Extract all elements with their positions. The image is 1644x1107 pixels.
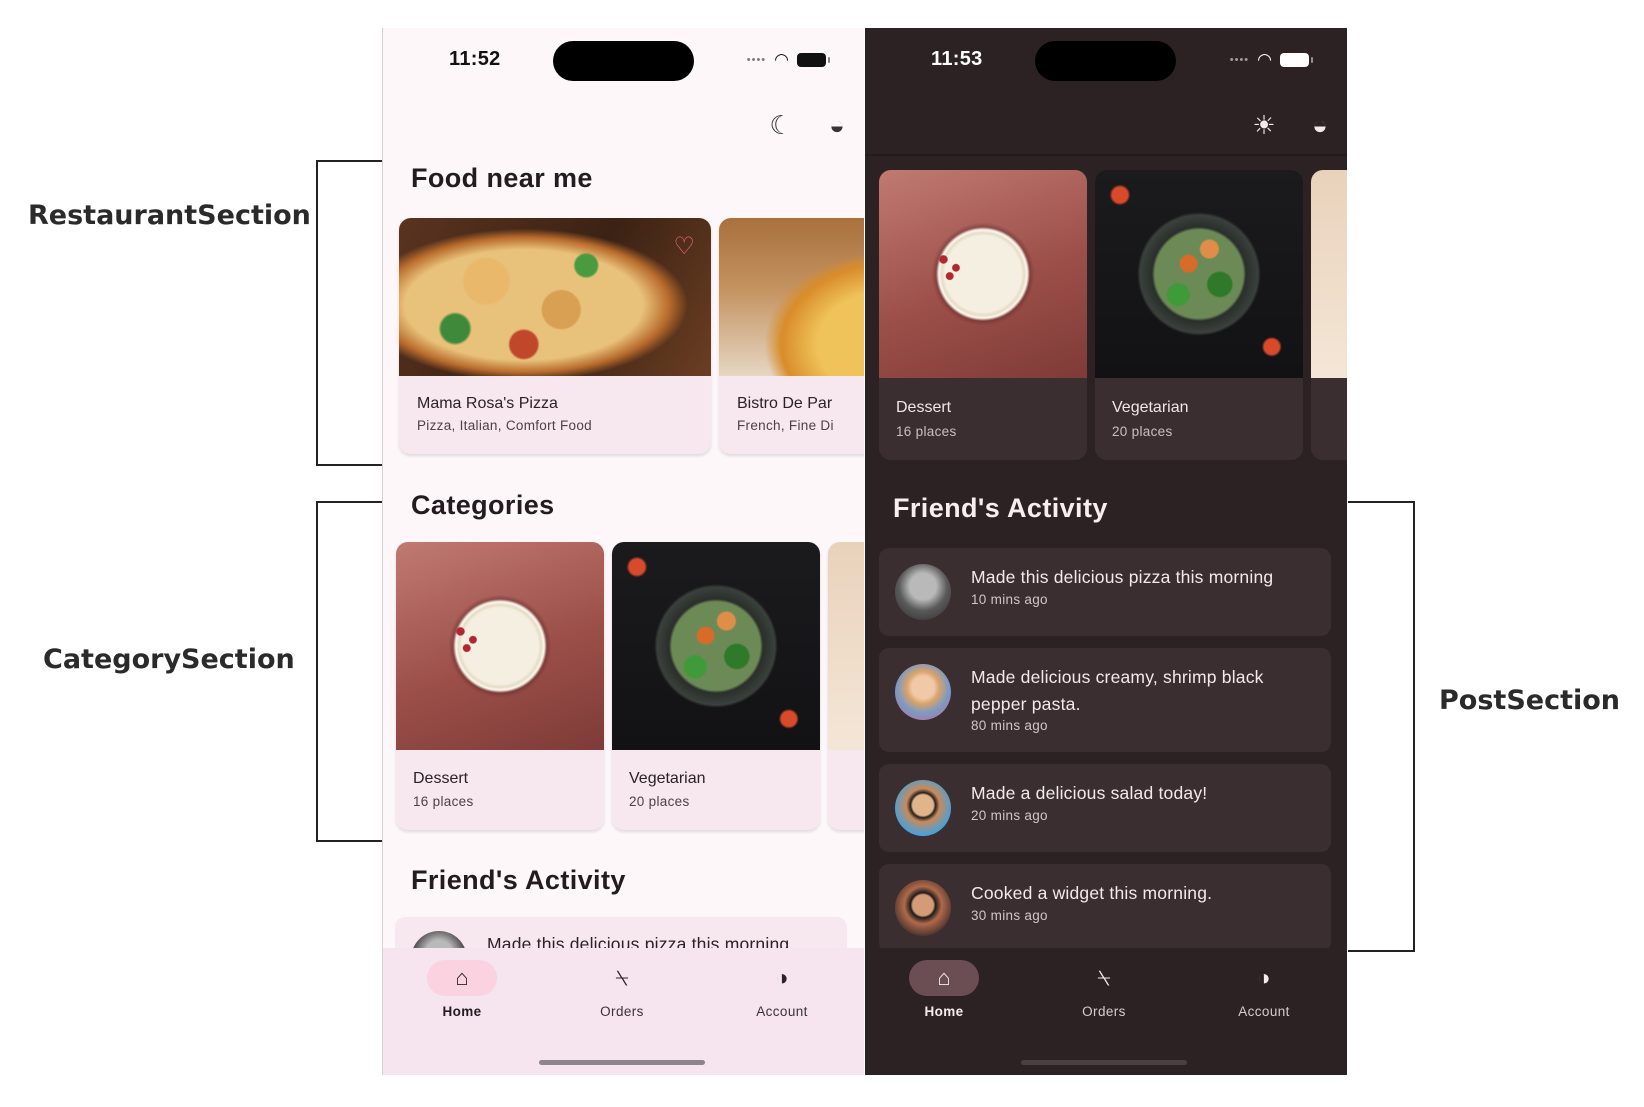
- category-card-partial[interactable]: [828, 542, 864, 830]
- app-bar-divider: [865, 154, 1347, 156]
- post-message: Made a delicious salad today!: [971, 783, 1208, 803]
- category-count: 20 places: [1112, 424, 1173, 439]
- home-icon: ⌂: [427, 960, 497, 996]
- nav-item-home[interactable]: ⌂ Home: [407, 960, 517, 1019]
- nav-label-account: Account: [756, 1004, 808, 1019]
- nav-label-account: Account: [1238, 1004, 1290, 1019]
- contrast-icon: ◑: [1257, 965, 1271, 990]
- category-image: [828, 542, 864, 750]
- category-card[interactable]: Vegetarian 20 places: [612, 542, 820, 830]
- wifi-icon: ◠: [1257, 50, 1272, 69]
- bottom-navigation: ⌂ Home ⍀ Orders ◑ Account: [865, 948, 1347, 1075]
- annotation-post-section: PostSection: [1439, 685, 1621, 716]
- nav-label-home: Home: [442, 1004, 482, 1019]
- contrast-icon: ◑: [775, 965, 789, 990]
- category-card[interactable]: Dessert 16 places: [396, 542, 604, 830]
- color-drop-icon[interactable]: ◒: [824, 110, 850, 141]
- moon-icon[interactable]: ☾: [768, 110, 794, 141]
- food-near-me-title: Food near me: [411, 163, 593, 193]
- restaurant-name: Bistro De Par: [737, 395, 833, 412]
- wifi-icon: ◠: [774, 50, 789, 69]
- restaurant-image: [719, 218, 864, 376]
- nav-item-home[interactable]: ⌂ Home: [889, 960, 999, 1019]
- annotation-category-section: CategorySection: [43, 644, 295, 675]
- category-image: [612, 542, 820, 750]
- home-indicator: [539, 1060, 705, 1065]
- category-image: [1311, 170, 1347, 378]
- category-section-bracket: [316, 501, 382, 842]
- phone-light-mode: 11:52 •••• ◠ ☾ ◒ Food near me ♡ Mama Ros…: [382, 28, 864, 1075]
- nav-item-orders[interactable]: ⍀ Orders: [567, 960, 677, 1019]
- avatar: [895, 780, 951, 836]
- status-icons: •••• ◠: [746, 50, 830, 70]
- category-count: 16 places: [896, 424, 957, 439]
- post-message: Cooked a widget this morning.: [971, 883, 1213, 903]
- category-name: Dessert: [413, 770, 469, 787]
- friends-activity-title: Friend's Activity: [411, 865, 626, 895]
- category-image: [396, 542, 604, 750]
- home-indicator: [1021, 1060, 1187, 1065]
- activity-post[interactable]: Cooked a widget this morning. 30 mins ag…: [879, 864, 1331, 952]
- post-message: Made this delicious pizza this morning: [971, 567, 1274, 587]
- category-count: 20 places: [629, 794, 690, 809]
- restaurant-card[interactable]: ♡ Mama Rosa's Pizza Pizza, Italian, Comf…: [399, 218, 711, 454]
- nav-item-account[interactable]: ◑ Account: [727, 960, 837, 1019]
- favorite-heart-icon[interactable]: ♡: [673, 232, 695, 261]
- category-name: Vegetarian: [1112, 399, 1189, 416]
- nav-item-orders[interactable]: ⍀ Orders: [1049, 960, 1159, 1019]
- battery-icon: [797, 53, 830, 67]
- nav-label-orders: Orders: [1082, 1004, 1126, 1019]
- category-name: Dessert: [896, 399, 952, 416]
- dynamic-island: [1035, 41, 1176, 81]
- nav-label-orders: Orders: [600, 1004, 644, 1019]
- nav-item-account[interactable]: ◑ Account: [1209, 960, 1319, 1019]
- battery-icon: [1280, 53, 1313, 67]
- avatar: [895, 664, 951, 720]
- paint-roller-icon: ⍀: [1097, 965, 1111, 990]
- avatar: [895, 564, 951, 620]
- category-card-partial[interactable]: [1311, 170, 1347, 460]
- categories-title: Categories: [411, 490, 555, 520]
- phone-dark-mode: 11:53 •••• ◠ ☀ ◒ Dessert 16 places Veget…: [865, 28, 1347, 1075]
- color-drop-icon[interactable]: ◒: [1307, 110, 1333, 141]
- status-icons: •••• ◠: [1229, 50, 1313, 70]
- restaurant-card[interactable]: Bistro De Par French, Fine Di: [719, 218, 864, 454]
- friends-activity-title: Friend's Activity: [893, 493, 1108, 523]
- sun-icon[interactable]: ☀: [1251, 110, 1277, 141]
- restaurant-section-bracket: [316, 160, 382, 466]
- post-time: 20 mins ago: [971, 808, 1048, 823]
- activity-post[interactable]: Made this delicious pizza this morning 1…: [879, 548, 1331, 636]
- category-count: 16 places: [413, 794, 474, 809]
- signal-icon: ••••: [1229, 54, 1250, 66]
- restaurant-tags: French, Fine Di: [737, 418, 834, 433]
- restaurant-tags: Pizza, Italian, Comfort Food: [417, 418, 592, 433]
- category-image: [879, 170, 1087, 378]
- category-card[interactable]: Dessert 16 places: [879, 170, 1087, 460]
- status-time: 11:53: [931, 48, 983, 70]
- nav-label-home: Home: [924, 1004, 964, 1019]
- activity-post[interactable]: Made a delicious salad today! 20 mins ag…: [879, 764, 1331, 852]
- avatar: [895, 880, 951, 936]
- post-time: 10 mins ago: [971, 592, 1048, 607]
- paint-roller-icon: ⍀: [615, 965, 629, 990]
- signal-icon: ••••: [746, 54, 767, 66]
- category-name: Vegetarian: [629, 770, 706, 787]
- post-time: 80 mins ago: [971, 718, 1048, 733]
- dynamic-island: [553, 41, 694, 81]
- category-image: [1095, 170, 1303, 378]
- annotation-restaurant-section: RestaurantSection: [28, 200, 311, 231]
- home-icon: ⌂: [909, 960, 979, 996]
- category-card[interactable]: Vegetarian 20 places: [1095, 170, 1303, 460]
- restaurant-image: [399, 218, 711, 376]
- app-bar-actions: ☀ ◒: [1251, 110, 1333, 141]
- bottom-navigation: ⌂ Home ⍀ Orders ◑ Account: [383, 948, 864, 1075]
- post-time: 30 mins ago: [971, 908, 1048, 923]
- post-section-bracket: [1348, 501, 1415, 952]
- restaurant-name: Mama Rosa's Pizza: [417, 395, 558, 412]
- app-bar-actions: ☾ ◒: [768, 110, 850, 141]
- status-time: 11:52: [449, 48, 501, 70]
- activity-post[interactable]: Made delicious creamy, shrimp black pepp…: [879, 648, 1331, 752]
- post-message: Made delicious creamy, shrimp black pepp…: [971, 667, 1264, 714]
